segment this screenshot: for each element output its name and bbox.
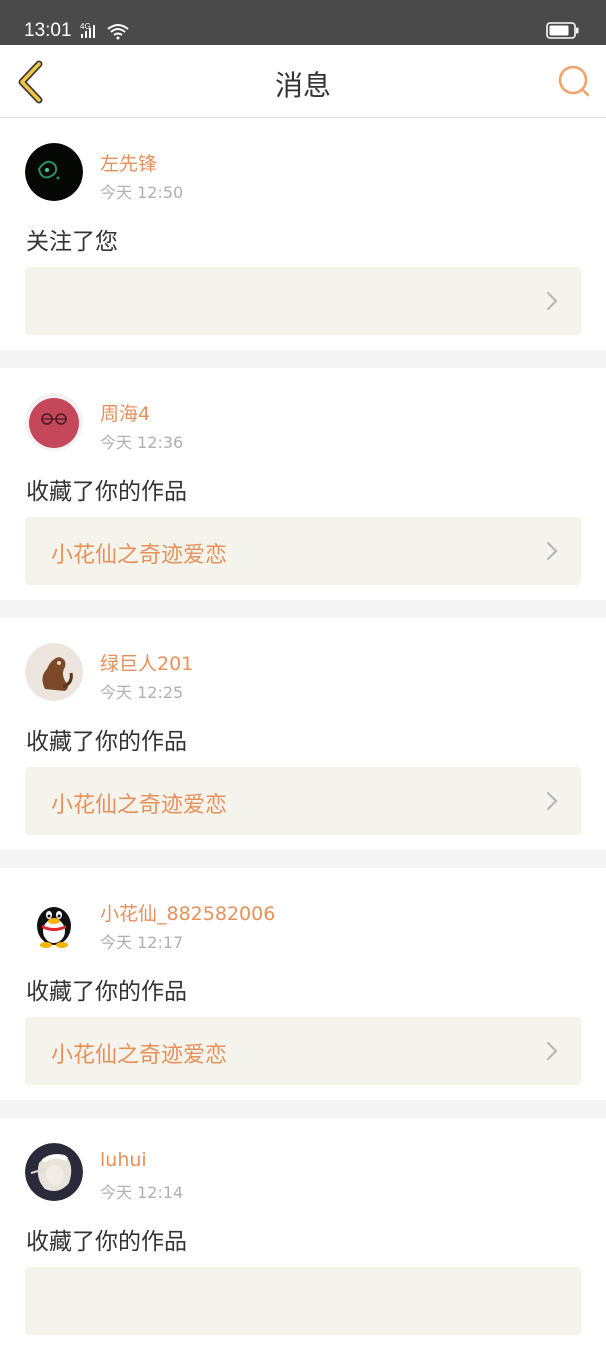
user-name[interactable]: 左先锋 <box>100 149 157 176</box>
message-time: 今天 12:14 <box>100 1183 184 1202</box>
work-title: 小花仙之奇迹爱恋 <box>51 543 228 568</box>
avatar[interactable] <box>25 1143 83 1201</box>
message-card: 周海4 今天 12:36 收藏了你的作品 小花仙之奇迹爱恋 <box>0 368 606 600</box>
message-card: 左先锋 今天 12:50 关注了您 <box>0 118 606 350</box>
chevron-right-icon <box>545 1040 559 1066</box>
status-bar: 13:01 4G <box>0 0 606 45</box>
avatar[interactable] <box>25 643 83 701</box>
top-nav-bar: 消息 <box>0 45 606 118</box>
network-signal-icon: 4G <box>80 22 130 44</box>
related-item-link[interactable] <box>25 1267 581 1335</box>
message-action: 收藏了你的作品 <box>26 1229 187 1255</box>
status-time: 13:01 <box>24 20 72 41</box>
work-title: 小花仙之奇迹爱恋 <box>51 793 228 818</box>
related-item-link[interactable]: 小花仙之奇迹爱恋 <box>25 517 581 585</box>
search-button[interactable] <box>556 63 592 99</box>
message-card: 绿巨人201 今天 12:25 收藏了你的作品 小花仙之奇迹爱恋 <box>0 618 606 850</box>
user-name[interactable]: 周海4 <box>100 399 150 426</box>
related-item-link[interactable]: 小花仙之奇迹爱恋 <box>25 767 581 835</box>
chevron-right-icon <box>545 290 559 316</box>
message-card: 小花仙_882582006 今天 12:17 收藏了你的作品 小花仙之奇迹爱恋 <box>0 868 606 1100</box>
message-time: 今天 12:50 <box>100 183 184 202</box>
user-name[interactable]: 绿巨人201 <box>100 649 193 676</box>
message-action: 关注了您 <box>26 229 118 255</box>
chevron-right-icon <box>545 790 559 816</box>
avatar[interactable] <box>25 893 83 951</box>
user-name[interactable]: luhui <box>100 1149 147 1171</box>
divider <box>0 350 606 368</box>
message-time: 今天 12:17 <box>100 933 184 952</box>
message-time: 今天 12:25 <box>100 683 184 702</box>
divider <box>0 850 606 868</box>
message-time: 今天 12:36 <box>100 433 184 452</box>
avatar[interactable] <box>25 143 83 201</box>
divider <box>0 1100 606 1118</box>
avatar[interactable] <box>25 393 83 451</box>
message-action: 收藏了你的作品 <box>26 979 187 1005</box>
chevron-right-icon <box>545 540 559 566</box>
page-title: 消息 <box>274 69 331 102</box>
message-list: 左先锋 今天 12:50 关注了您 周海4 今天 12:36 收藏了你的作品 小… <box>0 118 606 1350</box>
work-title: 小花仙之奇迹爱恋 <box>51 1043 228 1068</box>
message-action: 收藏了你的作品 <box>26 479 187 505</box>
related-item-link[interactable]: 小花仙之奇迹爱恋 <box>25 1017 581 1085</box>
message-action: 收藏了你的作品 <box>26 729 187 755</box>
message-card: luhui 今天 12:14 收藏了你的作品 <box>0 1118 606 1350</box>
user-name[interactable]: 小花仙_882582006 <box>100 899 275 926</box>
divider <box>0 600 606 618</box>
related-item-link[interactable] <box>25 267 581 335</box>
battery-icon <box>546 22 580 44</box>
